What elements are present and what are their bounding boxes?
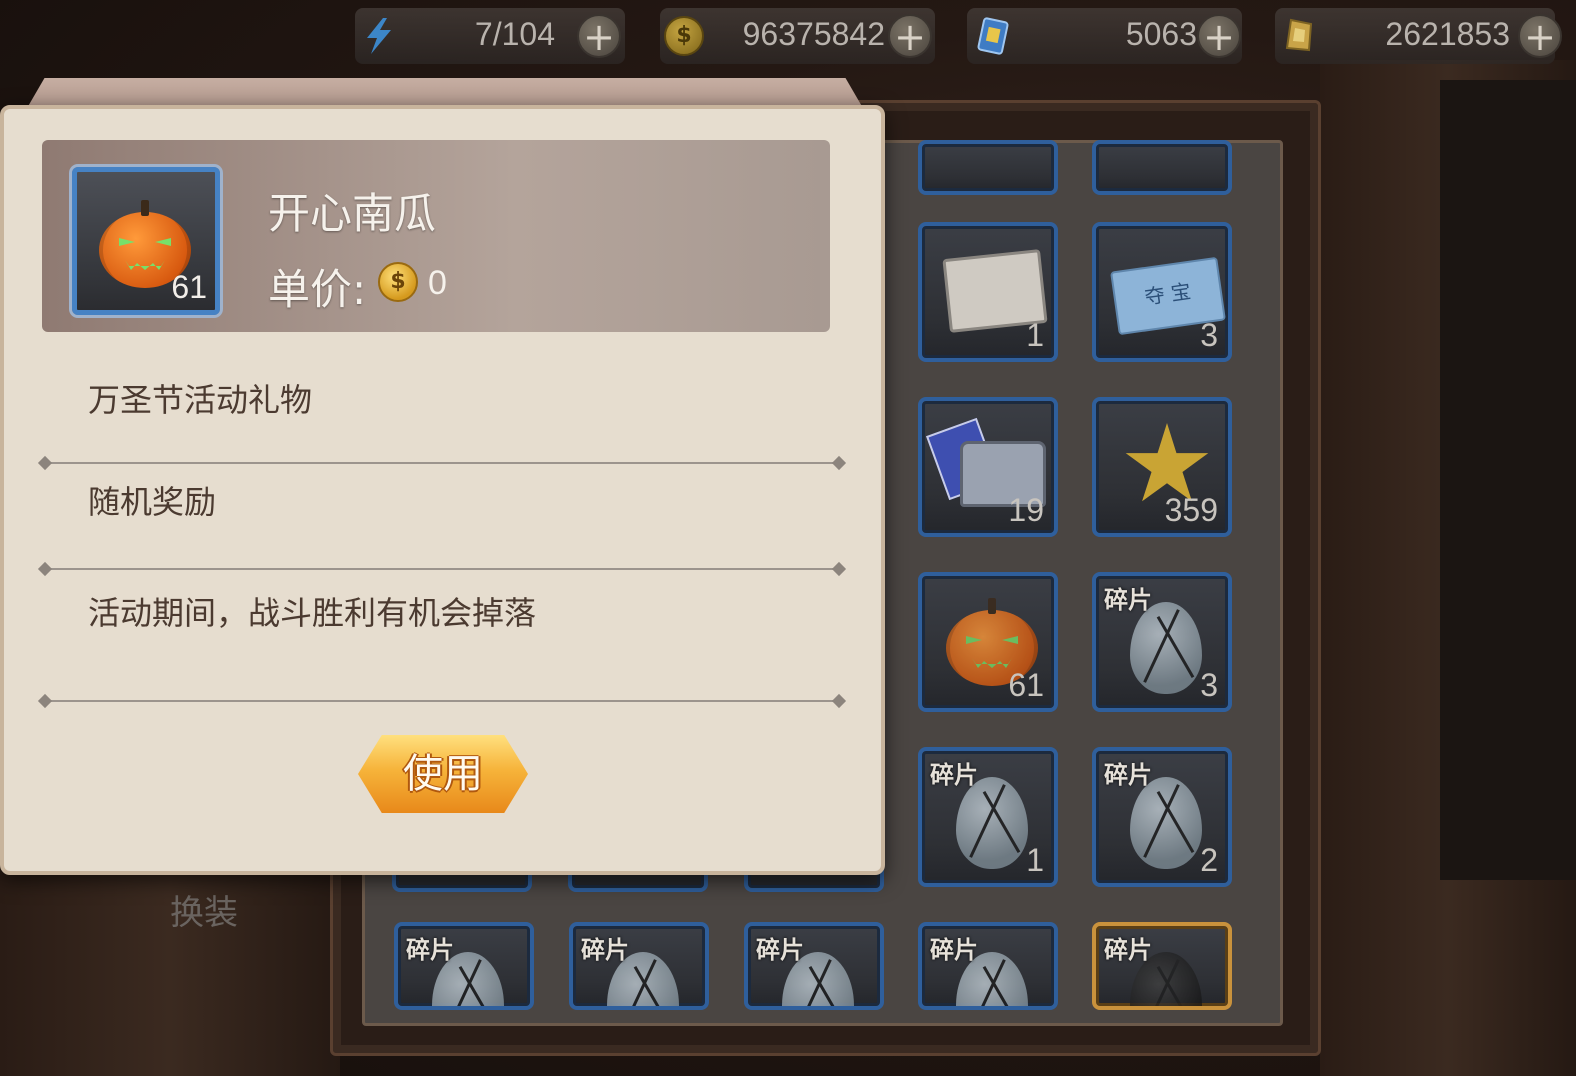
item-name: 开心南瓜 — [268, 189, 437, 238]
gem-icon — [1285, 18, 1313, 52]
add-ticket-button[interactable]: + — [1197, 14, 1241, 58]
fragment-tag: 碎片 — [406, 936, 454, 964]
inventory-slot[interactable]: 碎片 — [569, 922, 709, 1010]
inventory-slot-partial[interactable] — [1092, 140, 1232, 195]
item-description: 万圣节活动礼物 — [88, 381, 313, 419]
energy-resource: 7/104 + — [355, 8, 625, 64]
fragment-tag: 碎片 — [930, 936, 978, 964]
inventory-slot-gold[interactable]: 碎片 — [1092, 922, 1232, 1010]
divider — [44, 568, 840, 570]
energy-value: 7/104 — [474, 16, 555, 52]
lightning-icon — [367, 18, 391, 54]
card-pack-icon — [977, 17, 1009, 55]
ticket-value: 5063 — [1125, 16, 1197, 52]
egg-fragment-icon — [1130, 602, 1202, 694]
slot-count: 1 — [1026, 842, 1044, 878]
slot-count: 359 — [1164, 492, 1218, 528]
inventory-slot[interactable]: 碎片 — [394, 922, 534, 1010]
ticket-resource: 5063 + — [967, 8, 1242, 64]
gem-resource: 2621853 + — [1275, 8, 1562, 64]
egg-fragment-icon — [956, 777, 1028, 869]
egg-fragment-icon — [1130, 777, 1202, 869]
price-value: 0 — [428, 264, 447, 302]
inventory-slot[interactable]: 1 — [918, 222, 1058, 362]
gem-value: 2621853 — [1385, 16, 1510, 52]
gold-value: 96375842 — [742, 16, 885, 52]
inventory-slot[interactable]: 碎片 2 — [1092, 747, 1232, 887]
add-gem-button[interactable]: + — [1518, 14, 1562, 58]
use-button[interactable]: 使用 — [358, 735, 528, 813]
inventory-slot-pumpkin[interactable]: 61 — [918, 572, 1058, 712]
item-effect: 随机奖励 — [88, 483, 217, 521]
inventory-slot[interactable]: 碎片 — [744, 922, 884, 1010]
inventory-slot[interactable]: 碎片 — [918, 922, 1058, 1010]
resource-bar: 7/104 + $ 96375842 + 5063 + 2621853 + — [355, 8, 1576, 66]
divider — [44, 700, 840, 702]
coin-icon: $ — [378, 262, 418, 302]
price-label: 单价: — [268, 265, 367, 314]
fragment-tag: 碎片 — [1104, 586, 1152, 614]
slot-count: 61 — [1008, 667, 1044, 703]
gold-resource: $ 96375842 + — [660, 8, 935, 64]
coin-icon: $ — [664, 16, 704, 56]
inventory-slot[interactable]: 19 — [918, 397, 1058, 537]
fragment-tag: 碎片 — [756, 936, 804, 964]
fragment-tag: 碎片 — [930, 761, 978, 789]
outfit-tab-label[interactable]: 换装 — [170, 885, 238, 934]
add-energy-button[interactable]: + — [577, 14, 621, 58]
slot-count: 19 — [1008, 492, 1044, 528]
item-source: 活动期间，战斗胜利有机会掉落 — [88, 594, 537, 632]
fragment-tag: 碎片 — [1104, 936, 1152, 964]
item-icon-box: 61 — [72, 167, 220, 315]
divider — [44, 462, 840, 464]
inventory-slot[interactable]: 359 — [1092, 397, 1232, 537]
fragment-tag: 碎片 — [581, 936, 629, 964]
add-gold-button[interactable]: + — [888, 14, 932, 58]
slot-count: 2 — [1200, 842, 1218, 878]
item-count: 61 — [171, 269, 207, 305]
inventory-slot[interactable]: 夺 宝 3 — [1092, 222, 1232, 362]
slot-count: 1 — [1026, 317, 1044, 353]
slot-count: 3 — [1200, 317, 1218, 353]
fragment-tag: 碎片 — [1104, 761, 1152, 789]
inventory-slot-partial[interactable] — [918, 140, 1058, 195]
slot-count: 3 — [1200, 667, 1218, 703]
inventory-slot[interactable]: 碎片 1 — [918, 747, 1058, 887]
inventory-slot[interactable]: 碎片 3 — [1092, 572, 1232, 712]
background-shadow — [1440, 80, 1576, 880]
